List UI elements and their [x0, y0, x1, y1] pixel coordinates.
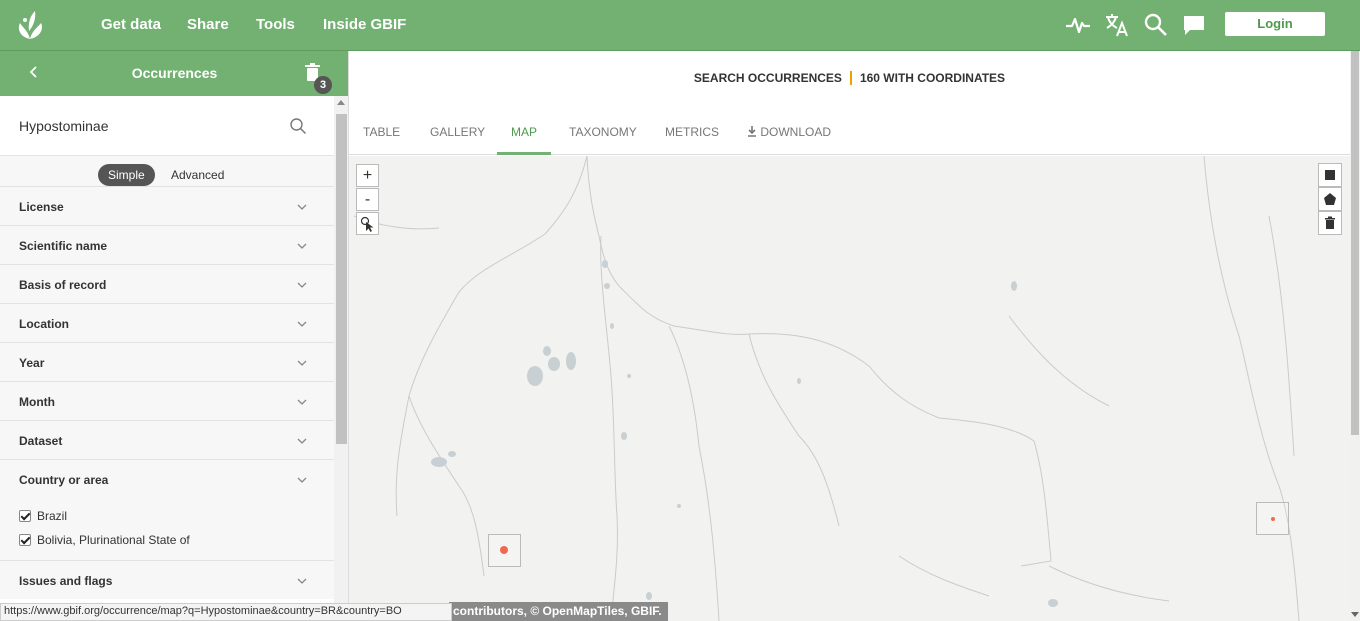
zoom-in-button[interactable]: + — [356, 164, 379, 187]
nav-inside-gbif[interactable]: Inside GBIF — [323, 16, 406, 33]
scroll-down-arrow[interactable] — [1351, 612, 1359, 617]
filter-country-or-area: Country or area Brazil Bolivia, Plurinat… — [0, 459, 334, 560]
chevron-down-icon — [297, 399, 307, 405]
nav-tools[interactable]: Tools — [256, 16, 295, 33]
delete-shape-button[interactable] — [1318, 211, 1342, 235]
mode-simple-button[interactable]: Simple — [98, 164, 155, 186]
checkbox-checked[interactable] — [19, 510, 31, 522]
filter-issues-and-flags[interactable]: Issues and flags — [0, 560, 334, 599]
scroll-up-arrow[interactable] — [337, 100, 345, 105]
occurrence-stats: SEARCH OCCURRENCES 160 WITH COORDINATES — [349, 71, 1350, 85]
filter-year[interactable]: Year — [0, 342, 334, 381]
filter-license[interactable]: License — [0, 186, 334, 225]
sidebar-scrollbar[interactable] — [334, 96, 348, 621]
page-scrollbar[interactable] — [1350, 51, 1360, 621]
filter-basis-of-record[interactable]: Basis of record — [0, 264, 334, 303]
tab-metrics[interactable]: METRICS — [665, 125, 719, 139]
search-field[interactable]: Hypostominae — [0, 96, 334, 156]
view-tabs: TABLE GALLERY MAP TAXONOMY METRICS DOWNL… — [349, 109, 1350, 155]
browser-status-url: https://www.gbif.org/occurrence/map?q=Hy… — [0, 603, 452, 621]
country-option-bolivia[interactable]: Bolivia, Plurinational State of — [19, 533, 190, 547]
main-content: SEARCH OCCURRENCES 160 WITH COORDINATES T… — [349, 51, 1350, 621]
tab-download[interactable]: DOWNLOAD — [747, 125, 831, 139]
chevron-down-icon — [297, 438, 307, 444]
filter-dataset[interactable]: Dataset — [0, 420, 334, 459]
draw-polygon-button[interactable] — [1318, 187, 1342, 211]
trash-icon — [1325, 216, 1335, 229]
download-icon — [748, 126, 756, 137]
zoom-out-button[interactable]: - — [356, 188, 379, 211]
nav-share[interactable]: Share — [187, 16, 229, 33]
filter-scientific-name[interactable]: Scientific name — [0, 225, 334, 264]
tab-map[interactable]: MAP — [511, 125, 537, 139]
filter-location[interactable]: Location — [0, 303, 334, 342]
tab-gallery[interactable]: GALLERY — [430, 125, 485, 139]
scrollbar-thumb[interactable] — [336, 114, 347, 444]
sidebar-header: Occurrences 3 — [0, 51, 348, 96]
occurrence-dot — [500, 546, 508, 554]
scrollbar-thumb[interactable] — [1351, 51, 1359, 435]
sidebar-title: Occurrences — [131, 65, 218, 81]
chevron-down-icon — [297, 578, 307, 584]
filter-label[interactable]: Country or area — [19, 473, 108, 487]
stats-search-label: SEARCH OCCURRENCES — [693, 71, 842, 85]
filter-label: Location — [19, 317, 69, 331]
search-icon[interactable] — [289, 117, 307, 135]
occurrence-dot — [1271, 517, 1275, 521]
pentagon-icon — [1324, 193, 1336, 205]
activity-pulse-icon[interactable] — [1065, 12, 1091, 38]
filter-month[interactable]: Month — [0, 381, 334, 420]
filter-label: License — [19, 200, 64, 214]
select-mode-button[interactable] — [356, 212, 379, 235]
filter-label: Scientific name — [19, 239, 108, 253]
stats-separator — [849, 71, 852, 85]
top-navigation: Get data Share Tools Inside GBIF Login — [0, 0, 1360, 51]
chevron-down-icon — [297, 282, 307, 288]
feedback-chat-icon[interactable] — [1181, 12, 1207, 38]
search-input[interactable]: Hypostominae — [19, 118, 109, 134]
search-icon[interactable] — [1143, 12, 1169, 38]
filter-label: Dataset — [19, 434, 63, 448]
tab-download-label: DOWNLOAD — [760, 125, 832, 139]
filter-label: Issues and flags — [19, 574, 113, 588]
gbif-logo-icon[interactable] — [14, 9, 46, 41]
chevron-down-icon — [297, 360, 307, 366]
map-attribution[interactable]: contributors, © OpenMapTiles, GBIF. — [449, 602, 668, 621]
tab-taxonomy[interactable]: TAXONOMY — [569, 125, 637, 139]
mode-advanced-button[interactable]: Advanced — [171, 168, 224, 182]
filter-label: Basis of record — [19, 278, 107, 292]
cursor-select-icon — [360, 216, 373, 232]
filter-label: Year — [19, 356, 45, 370]
occurrence-cluster-marker[interactable] — [488, 534, 521, 567]
nav-get-data[interactable]: Get data — [101, 16, 161, 33]
clear-filters-button[interactable]: 3 — [304, 63, 332, 94]
country-option-label: Bolivia, Plurinational State of — [37, 533, 190, 547]
translate-icon[interactable] — [1104, 12, 1130, 38]
filter-sidebar: Occurrences 3 Hypostominae Simple Advanc… — [0, 51, 349, 621]
chevron-down-icon — [297, 243, 307, 249]
draw-rectangle-button[interactable] — [1318, 163, 1342, 187]
chevron-down-icon — [297, 204, 307, 210]
country-option-label: Brazil — [37, 509, 68, 523]
square-icon — [1325, 170, 1335, 180]
checkbox-checked[interactable] — [19, 534, 31, 546]
chevron-down-icon[interactable] — [297, 475, 307, 485]
tab-table[interactable]: TABLE — [363, 125, 400, 139]
country-option-brazil[interactable]: Brazil — [19, 509, 67, 523]
filter-label: Month — [19, 395, 55, 409]
active-tab-indicator — [497, 152, 551, 155]
occurrence-cluster-marker[interactable] — [1256, 502, 1289, 535]
occurrence-map[interactable]: + - contributors, © OpenMapTiles, GBIF. — [349, 156, 1350, 621]
filter-count-badge: 3 — [314, 76, 332, 94]
chevron-down-icon — [297, 321, 307, 327]
login-button[interactable]: Login — [1225, 12, 1325, 36]
stats-coordinates-count: 160 WITH COORDINATES — [859, 71, 1006, 85]
